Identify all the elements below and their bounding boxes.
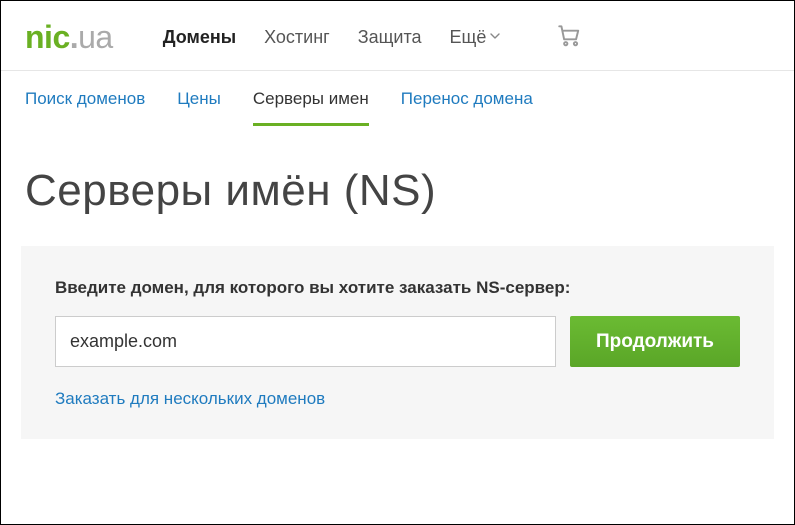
- logo-part-nic: nic: [25, 19, 70, 56]
- multi-domain-link[interactable]: Заказать для нескольких доменов: [55, 389, 740, 409]
- ns-form-card: Введите домен, для которого вы хотите за…: [21, 246, 774, 439]
- form-label: Введите домен, для которого вы хотите за…: [55, 278, 740, 298]
- nav-item-hosting[interactable]: Хостинг: [264, 27, 330, 48]
- cart-icon[interactable]: [556, 22, 582, 53]
- sub-nav: Поиск доменов Цены Серверы имен Перенос …: [1, 71, 794, 126]
- page-title: Серверы имён (NS): [1, 126, 794, 236]
- logo-part-ua: ua: [78, 19, 113, 56]
- subnav-item-nameservers[interactable]: Серверы имен: [253, 89, 369, 126]
- header: nic.ua Домены Хостинг Защита Ещё: [1, 1, 794, 71]
- subnav-item-transfer[interactable]: Перенос домена: [401, 89, 533, 126]
- logo-part-dot: .: [70, 19, 78, 56]
- subnav-item-search[interactable]: Поиск доменов: [25, 89, 145, 126]
- nav-item-more[interactable]: Ещё: [450, 27, 501, 48]
- subnav-item-prices[interactable]: Цены: [177, 89, 221, 126]
- continue-button[interactable]: Продолжить: [570, 316, 740, 367]
- nav-item-security[interactable]: Защита: [358, 27, 422, 48]
- form-row: Продолжить: [55, 316, 740, 367]
- nav-item-more-label: Ещё: [450, 27, 487, 48]
- nav-item-domains[interactable]: Домены: [163, 27, 236, 48]
- chevron-down-icon: [490, 33, 500, 43]
- logo[interactable]: nic.ua: [25, 19, 113, 56]
- main-nav: Домены Хостинг Защита Ещё: [163, 22, 583, 53]
- domain-input[interactable]: [55, 316, 556, 367]
